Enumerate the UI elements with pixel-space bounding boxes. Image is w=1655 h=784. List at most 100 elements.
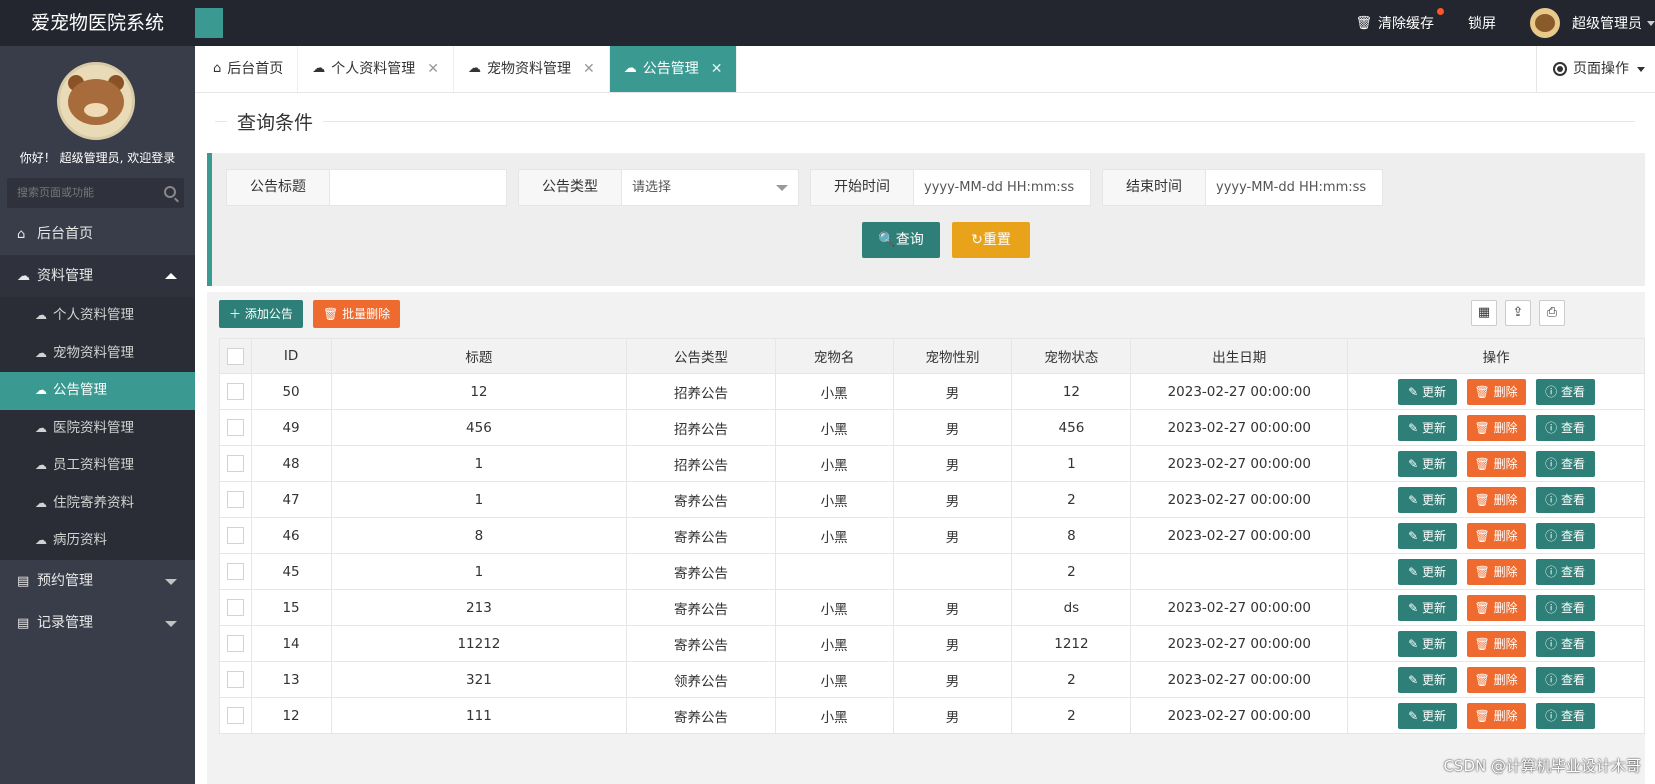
row-checkbox[interactable] [226,455,244,472]
delete-button[interactable]: 🗑 删除 [1466,666,1526,693]
close-icon[interactable]: ✕ [427,46,439,92]
column-header[interactable]: 宠物状态 [1011,338,1132,374]
delete-button[interactable]: 🗑 删除 [1466,594,1526,621]
tab-personal[interactable]: ☁ 个人资料管理 ✕ [298,46,454,92]
column-header[interactable]: 出生日期 [1130,338,1349,374]
pencil-icon: ✎ [1408,672,1419,687]
delete-label: 删除 [1493,528,1518,543]
table-cell: 11212 [330,625,628,662]
delete-button[interactable]: 🗑 删除 [1466,522,1526,549]
sidebar-item-boarding[interactable]: ☁ 住院寄养资料 [0,485,195,523]
lock-screen-button[interactable]: 锁屏 [1468,13,1496,33]
sidebar-group-records[interactable]: ▤ 记录管理 [0,602,195,644]
row-checkbox[interactable] [226,635,244,652]
tab-announcements[interactable]: ☁ 公告管理 ✕ [609,46,738,92]
row-checkbox[interactable] [226,671,244,688]
sidebar-item-home[interactable]: ⌂ 后台首页 [0,213,195,255]
search-button[interactable]: 🔍查询 [862,222,940,258]
update-button[interactable]: ✎ 更新 [1397,378,1457,405]
close-icon[interactable]: ✕ [711,46,723,92]
avatar [1530,8,1560,38]
delete-button[interactable]: 🗑 删除 [1466,702,1526,729]
columns-icon[interactable]: ▦ [1471,300,1497,326]
table-cell: 寄养公告 [626,625,776,662]
page-operations-button[interactable]: 页面操作 [1536,46,1655,92]
row-checkbox[interactable] [226,383,244,400]
view-button[interactable]: ⓘ 查看 [1535,594,1595,621]
sidebar-item-medical-records[interactable]: ☁ 病历资料 [0,522,195,560]
tab-home[interactable]: ⌂ 后台首页 [195,46,299,92]
print-icon[interactable]: ⎙ [1539,300,1565,326]
update-button[interactable]: ✎ 更新 [1397,414,1457,441]
table-cell: 小黑 [774,517,894,554]
sidebar-group-data[interactable]: ☁ 资料管理 [0,255,195,297]
sidebar-item-personal[interactable]: ☁ 个人资料管理 [0,297,195,335]
view-button[interactable]: ⓘ 查看 [1535,486,1595,513]
title-filter-input[interactable] [330,170,506,205]
view-button[interactable]: ⓘ 查看 [1535,378,1595,405]
export-icon[interactable]: ⇪ [1505,300,1531,326]
view-button[interactable]: ⓘ 查看 [1535,450,1595,477]
column-header[interactable]: 公告类型 [626,338,776,374]
batch-delete-button[interactable]: 🗑 批量删除 [313,300,401,328]
column-header[interactable]: 宠物名 [774,338,894,374]
update-button[interactable]: ✎ 更新 [1397,450,1457,477]
row-checkbox[interactable] [226,491,244,508]
sidebar-toggle-button[interactable] [195,8,223,38]
table-cell: 2023-02-27 00:00:00 [1130,625,1349,662]
sidebar-search-placeholder: 搜索页面或功能 [17,186,94,199]
delete-button[interactable]: 🗑 删除 [1466,414,1526,441]
view-button[interactable]: ⓘ 查看 [1535,702,1595,729]
row-checkbox[interactable] [226,563,244,580]
reset-button[interactable]: ↻重置 [952,222,1030,258]
row-checkbox[interactable] [226,419,244,436]
sidebar-item-pets[interactable]: ☁ 宠物资料管理 [0,335,195,373]
sidebar-group-appointment[interactable]: ▤ 预约管理 [0,560,195,602]
view-button[interactable]: ⓘ 查看 [1535,414,1595,441]
update-button[interactable]: ✎ 更新 [1397,630,1457,657]
add-announcement-button[interactable]: ＋ 添加公告 [219,300,303,328]
select-all-checkbox[interactable] [226,347,244,365]
delete-label: 删除 [1493,636,1518,651]
clear-cache-button[interactable]: 🗑 清除缓存 [1355,8,1444,33]
column-header[interactable]: 标题 [330,338,628,374]
start-time-input[interactable]: yyyy-MM-dd HH:mm:ss [914,170,1090,205]
update-button[interactable]: ✎ 更新 [1397,666,1457,693]
tab-pets[interactable]: ☁ 宠物资料管理 ✕ [454,46,610,92]
sidebar-search-input[interactable]: 搜索页面或功能 [7,178,184,208]
update-button[interactable]: ✎ 更新 [1397,486,1457,513]
end-time-input[interactable]: yyyy-MM-dd HH:mm:ss [1206,170,1382,205]
sidebar-item-announcements[interactable]: ☁ 公告管理 [0,372,195,410]
row-checkbox[interactable] [226,599,244,616]
view-button[interactable]: ⓘ 查看 [1535,666,1595,693]
sidebar-item-staff[interactable]: ☁ 员工资料管理 [0,447,195,485]
update-button[interactable]: ✎ 更新 [1397,594,1457,621]
table-row: 50 12 招养公告 小黑男 12 2023-02-27 00:00:00 ✎ 更新 🗑 删除… [219,373,1645,410]
delete-button[interactable]: 🗑 删除 [1466,378,1526,405]
delete-button[interactable]: 🗑 删除 [1466,450,1526,477]
pencil-icon: ✎ [1408,456,1419,471]
row-checkbox[interactable] [226,707,244,724]
delete-button[interactable]: 🗑 删除 [1466,486,1526,513]
delete-button[interactable]: 🗑 删除 [1466,630,1526,657]
view-button[interactable]: ⓘ 查看 [1535,522,1595,549]
update-button[interactable]: ✎ 更新 [1397,522,1457,549]
delete-label: 删除 [1493,564,1518,579]
update-button[interactable]: ✎ 更新 [1397,702,1457,729]
type-filter-select[interactable]: 请选择 [622,170,798,205]
close-icon[interactable]: ✕ [583,46,595,92]
view-label: 查看 [1560,384,1585,399]
update-button[interactable]: ✎ 更新 [1397,558,1457,585]
user-menu[interactable]: 超级管理员 [1530,8,1655,38]
view-button[interactable]: ⓘ 查看 [1535,630,1595,657]
column-header[interactable]: ID [250,338,332,374]
sidebar-item-hospital[interactable]: ☁ 医院资料管理 [0,410,195,448]
table-cell: 47 [250,481,332,518]
table-body: 50 12 招养公告 小黑男 12 2023-02-27 00:00:00 ✎ 更新 🗑 删除… [219,373,1645,734]
delete-label: 删除 [1493,672,1518,687]
row-checkbox[interactable] [226,527,244,544]
trash-icon: 🗑 [1474,708,1490,723]
delete-button[interactable]: 🗑 删除 [1466,558,1526,585]
column-header[interactable]: 宠物性别 [892,338,1013,374]
view-button[interactable]: ⓘ 查看 [1535,558,1595,585]
